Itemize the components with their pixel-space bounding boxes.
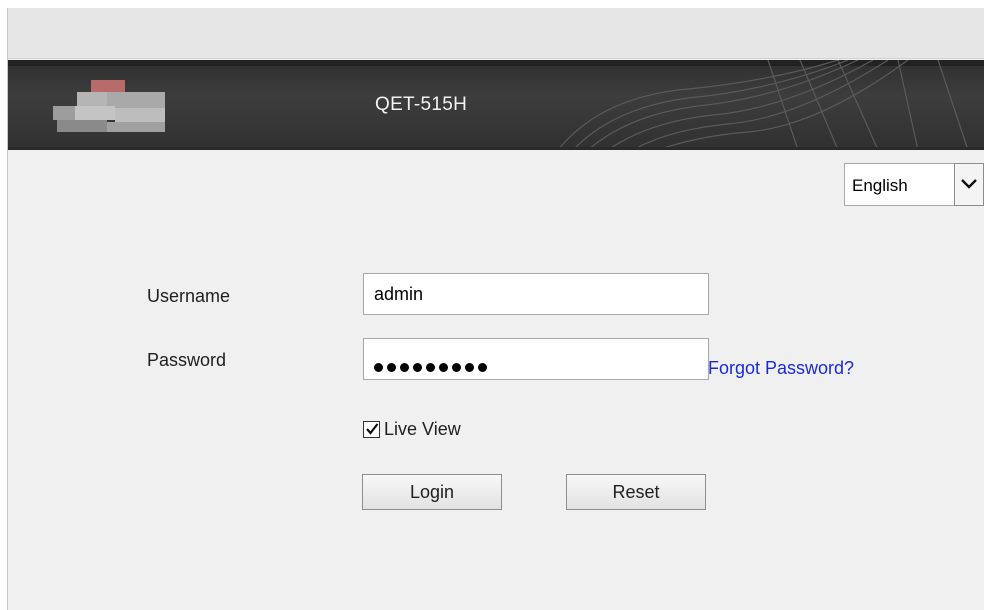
- username-input[interactable]: admin: [363, 273, 709, 315]
- window-left-edge: [0, 8, 7, 610]
- live-view-checkbox[interactable]: [363, 421, 380, 438]
- header-bottom-border: [8, 147, 985, 150]
- password-dot: [400, 363, 409, 372]
- username-label: Username: [147, 286, 231, 306]
- login-button[interactable]: Login: [362, 474, 502, 510]
- forgot-password-link[interactable]: Forgot Password?: [708, 358, 854, 379]
- language-dropdown-button[interactable]: [954, 163, 984, 206]
- password-label: Password: [147, 350, 227, 370]
- password-dot: [374, 363, 383, 372]
- password-dot: [452, 363, 461, 372]
- password-dot: [413, 363, 422, 372]
- login-page: QET-515H English Username admin Password…: [7, 8, 985, 610]
- browser-toolbar-area: [8, 8, 985, 59]
- password-dot: [426, 363, 435, 372]
- live-view-label: Live View: [384, 419, 461, 439]
- password-dot: [439, 363, 448, 372]
- language-selected-value: English: [852, 176, 908, 195]
- language-select[interactable]: English: [844, 163, 984, 206]
- password-input[interactable]: [363, 338, 709, 380]
- password-dot: [478, 363, 487, 372]
- brand-logo-icon: [53, 80, 165, 132]
- device-model-title: QET-515H: [375, 94, 468, 115]
- username-value: admin: [374, 284, 424, 304]
- reset-button[interactable]: Reset: [566, 474, 706, 510]
- camera-lens-graphic-icon: [557, 60, 969, 150]
- header-banner: QET-515H: [8, 60, 985, 150]
- password-dot: [387, 363, 396, 372]
- checkmark-icon: [366, 423, 379, 435]
- password-dot: [465, 363, 474, 372]
- password-mask: [374, 356, 491, 377]
- chevron-down-icon: [961, 179, 977, 189]
